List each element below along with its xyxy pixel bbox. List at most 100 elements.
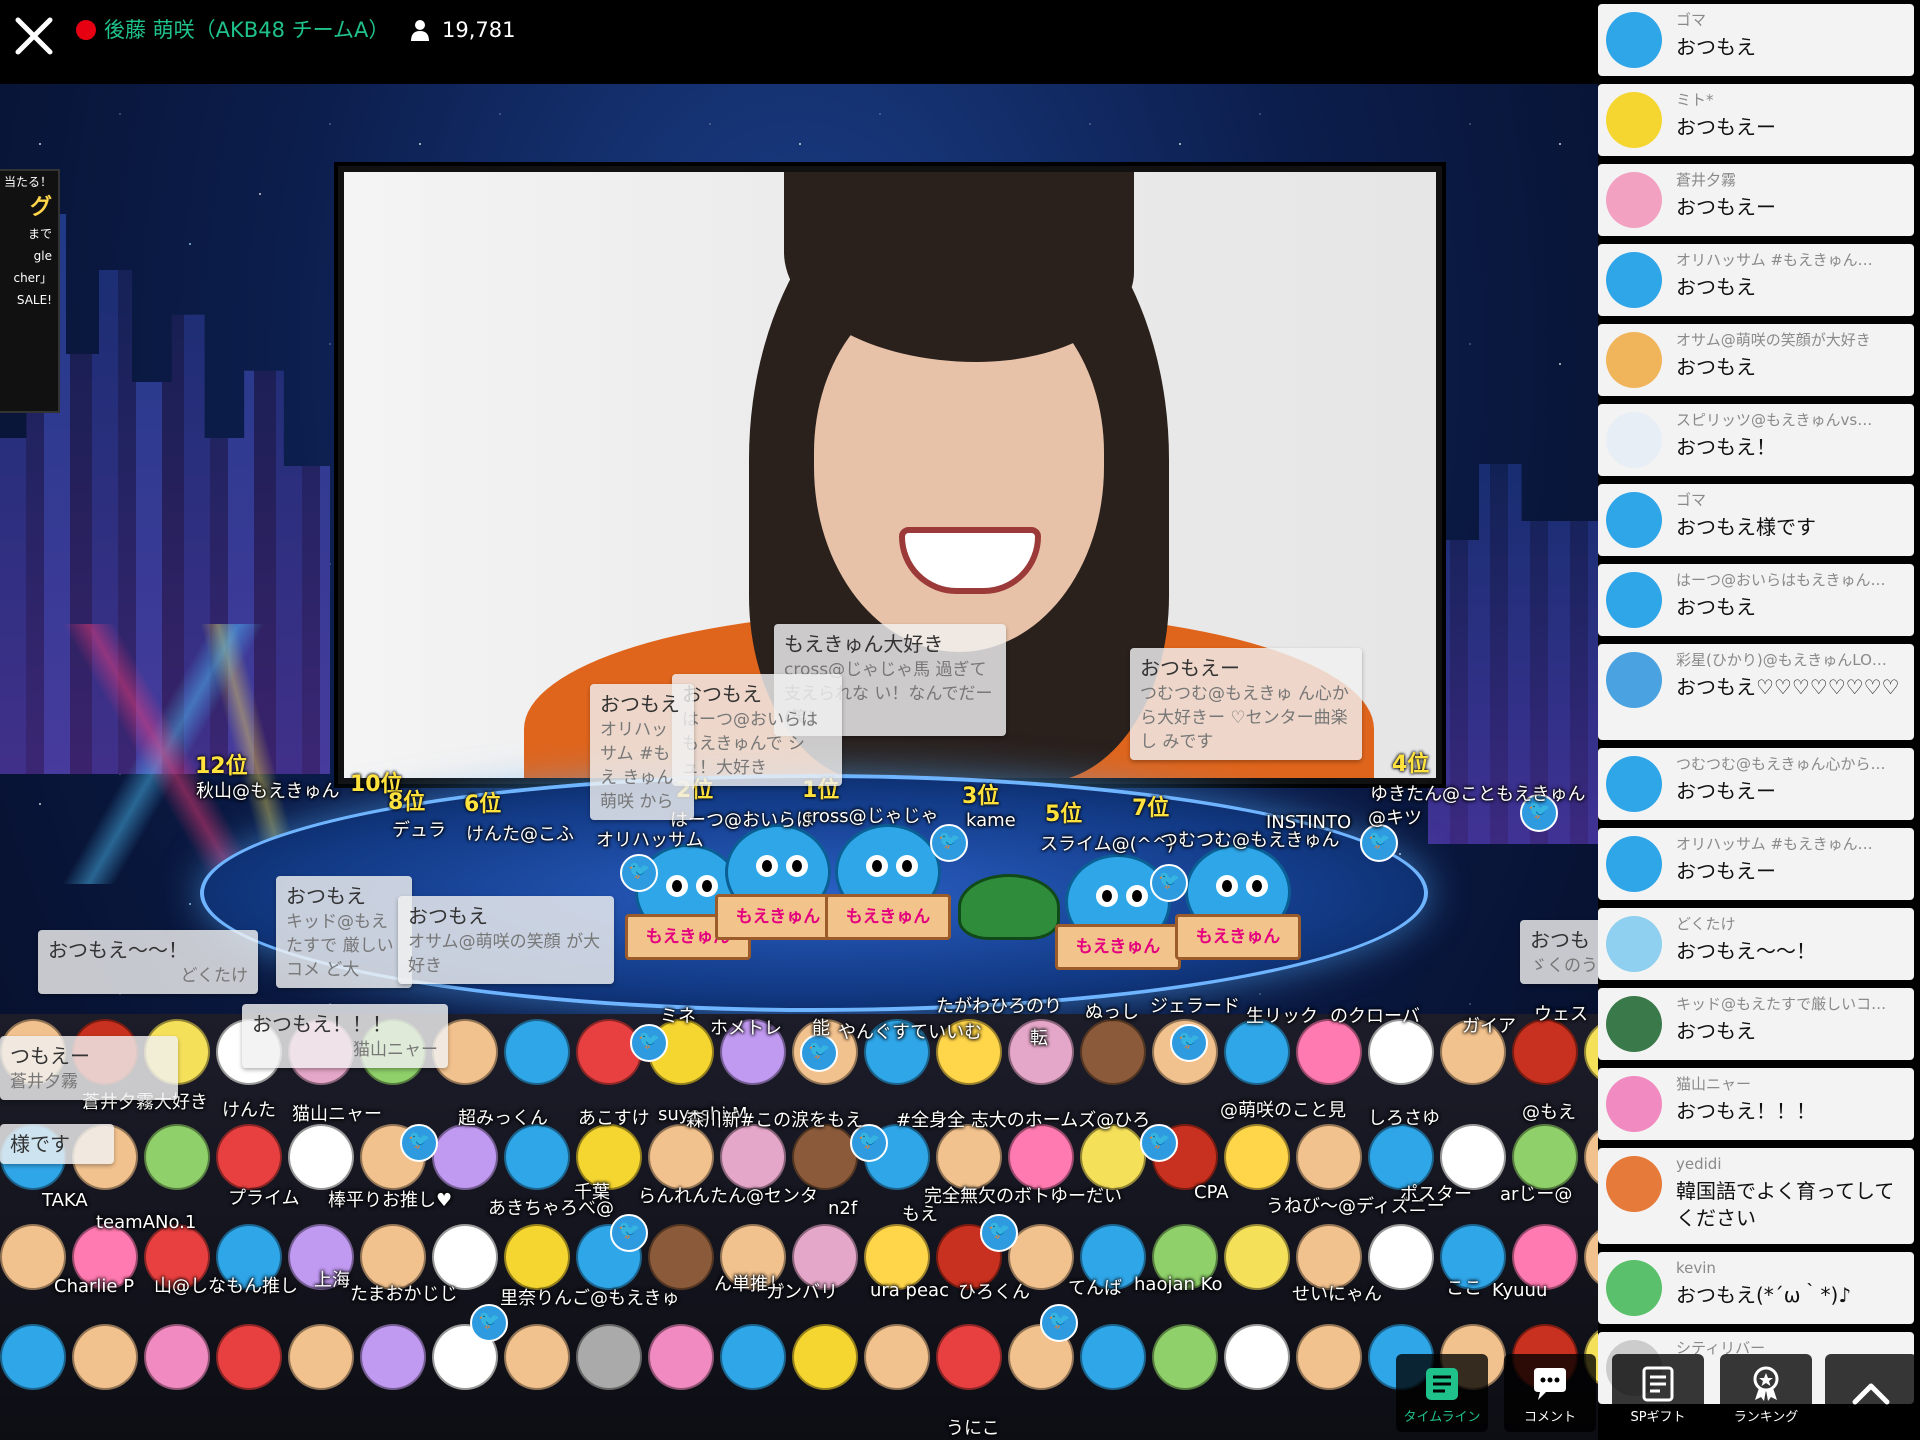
comment-author: kevin (1676, 1259, 1716, 1277)
fan-name: せいにゃん (1292, 1284, 1382, 1305)
mascot-sign: もえきゅん (1175, 914, 1301, 960)
mascot-eye (696, 875, 718, 897)
comment-author: ゴマ (1676, 491, 1707, 509)
comment-text: おつもえ！ (1676, 435, 1776, 459)
moekyun-avatar (1606, 252, 1662, 308)
comment-item: ミト* おつもえー (1598, 84, 1914, 156)
promo-line: グ (29, 195, 52, 220)
fan-name: teamANo.1 (96, 1212, 197, 1233)
comment-button[interactable]: コメント (1504, 1354, 1596, 1432)
comment-item: オリハッサム #もえきゅん… おつもえー (1598, 828, 1914, 900)
top-bar: 後藤 萌咲（AKB48 チームA） 19,781 (0, 0, 1598, 84)
fan-name: しろさゆ (1368, 1108, 1440, 1129)
fan-name: 超みっくん (458, 1108, 548, 1129)
fan-name: ポスター (1400, 1184, 1472, 1205)
comment-item: どくたけ おつもえ〜〜！ (1598, 908, 1914, 980)
audience-avatar (1584, 1019, 1598, 1085)
floating-comment-author: どくたけ (180, 966, 249, 986)
mascot-sign: もえきゅん (715, 894, 841, 940)
floating-comment-text: おつもえ！！！ (252, 1012, 392, 1036)
audience-avatar (1008, 1124, 1074, 1190)
promo-line: cher」 (13, 271, 52, 285)
audience-row (0, 1124, 1598, 1190)
comment-author: yedidi (1676, 1155, 1722, 1173)
fan-name: てんば (1068, 1278, 1122, 1299)
floating-comment-text: おつもえ (600, 692, 680, 716)
comment-author: 猫山ニャー (1676, 1075, 1752, 1093)
floating-comment: おつもえ はーつ@おいらは もえきゅんで シュ！大好き (672, 674, 842, 786)
girl-avatar (1606, 1156, 1662, 1212)
fan-name: あこすけ (578, 1108, 650, 1129)
comment-item: つむつむ@もえきゅん心から… おつもえー (1598, 748, 1914, 820)
comment-author: ゴマ (1676, 11, 1707, 29)
fan-name: ura peac (870, 1280, 949, 1301)
rank-label: 12位 (195, 754, 248, 779)
audience-avatar (504, 1224, 570, 1290)
fan-name: ぬっし (1085, 1002, 1139, 1023)
audience-avatar (504, 1324, 570, 1390)
comment-item: オサム@萌咲の笑顔が大好き おつもえ (1598, 324, 1914, 396)
audience-avatar (864, 1324, 930, 1390)
fan-name: やんぐすていいむ (838, 1022, 983, 1043)
mascot-eye (1096, 885, 1118, 907)
audience-avatar (1080, 1124, 1146, 1190)
floating-comment-author: つむつむ@もえきゅ ん心から大好きー ♡センター曲楽し みです (1140, 684, 1349, 752)
fan-name: @キツ (1368, 808, 1422, 829)
fan-name: けんた (222, 1100, 276, 1121)
fan-name: ゆきたん@こともえきゅん (1370, 784, 1586, 805)
audience-avatar (648, 1324, 714, 1390)
comment-item: yedidi 韓国語でよく育ってしてください (1598, 1148, 1914, 1244)
ranking-button[interactable]: ランキング (1720, 1354, 1812, 1432)
audience-avatar (144, 1124, 210, 1190)
comment-timeline-panel[interactable]: ゴマ おつもえ ミト* おつもえー 蒼井夕霧 おつもえー オリハッサム #もえき… (1598, 0, 1920, 1440)
fan-name: のクローバ (1330, 1006, 1420, 1027)
fan-name: cross@じゃじゃ (802, 806, 939, 827)
twitter-bird-icon (1150, 864, 1188, 902)
audience-avatar (1224, 1224, 1290, 1290)
sp-gift-label: SPギフト (1630, 1410, 1686, 1425)
floating-comment-author: キッド@もえたすで 厳しいコメ ど大 (286, 912, 394, 980)
timeline-button[interactable]: タイムライン (1396, 1354, 1488, 1432)
close-button[interactable] (12, 14, 56, 58)
floating-comment-author: 猫山ニャー (353, 1040, 438, 1060)
comment-text: おつもえ！！！ (1676, 1099, 1816, 1123)
audience-avatar (432, 1124, 498, 1190)
comment-item: 彩星(ひかり)@もえきゅんLO… おつもえ♡♡♡♡♡♡♡♡ (1598, 644, 1914, 740)
timeline-icon (1426, 1368, 1458, 1400)
floating-comment-author: オサム@萌咲の笑顔 が大好き (408, 932, 601, 976)
sp-gift-button[interactable]: SPギフト (1612, 1354, 1704, 1432)
scroll-top-button[interactable] (1825, 1354, 1917, 1432)
mascot-eye (1246, 875, 1268, 897)
twitter-bird-icon (610, 1214, 648, 1252)
promo-banner[interactable]: 当たる！ グ まで gle cher」 SALE! (0, 169, 60, 413)
comment-text: おつもえ (1676, 1019, 1756, 1043)
girl-avatar (1606, 1076, 1662, 1132)
audience-avatar (1584, 1224, 1598, 1290)
fan-name: ガイア (1462, 1016, 1516, 1037)
streamer-name[interactable]: 後藤 萌咲（AKB48 チームA） (104, 14, 389, 46)
viewer-count: 19,781 (442, 18, 516, 42)
floating-comment-text: おつもえ (286, 884, 366, 908)
audience-avatar (1080, 1019, 1146, 1085)
live-indicator (76, 20, 96, 40)
fan-name: 完全無欠のボトゆーだい (924, 1186, 1122, 1207)
rank-label: 7位 (1132, 796, 1170, 821)
audience-avatar (288, 1124, 354, 1190)
fan-name: n2f (828, 1198, 858, 1219)
rank-label: 5位 (1045, 802, 1083, 827)
moekyun-mascot: もえきゅん (715, 824, 841, 944)
floating-comment-text: つもえー (10, 1044, 90, 1068)
rank-label: 3位 (962, 784, 1000, 809)
promo-line: gle (33, 249, 52, 263)
audience-avatar (1224, 1124, 1290, 1190)
comment-author: どくたけ (1676, 915, 1736, 933)
fan-name: 猫山ニャー (292, 1104, 382, 1125)
timeline-label: タイムライン (1403, 1410, 1481, 1425)
fan-name: CPA (1194, 1182, 1229, 1203)
comment-author: 彩星(ひかり)@もえきゅんLO… (1676, 651, 1887, 669)
fan-name: ミネ (660, 1006, 696, 1027)
twitter-bird-icon (1170, 1024, 1208, 1062)
audience-avatar (360, 1324, 426, 1390)
audience-avatar (792, 1124, 858, 1190)
audience-row (0, 1019, 1598, 1085)
